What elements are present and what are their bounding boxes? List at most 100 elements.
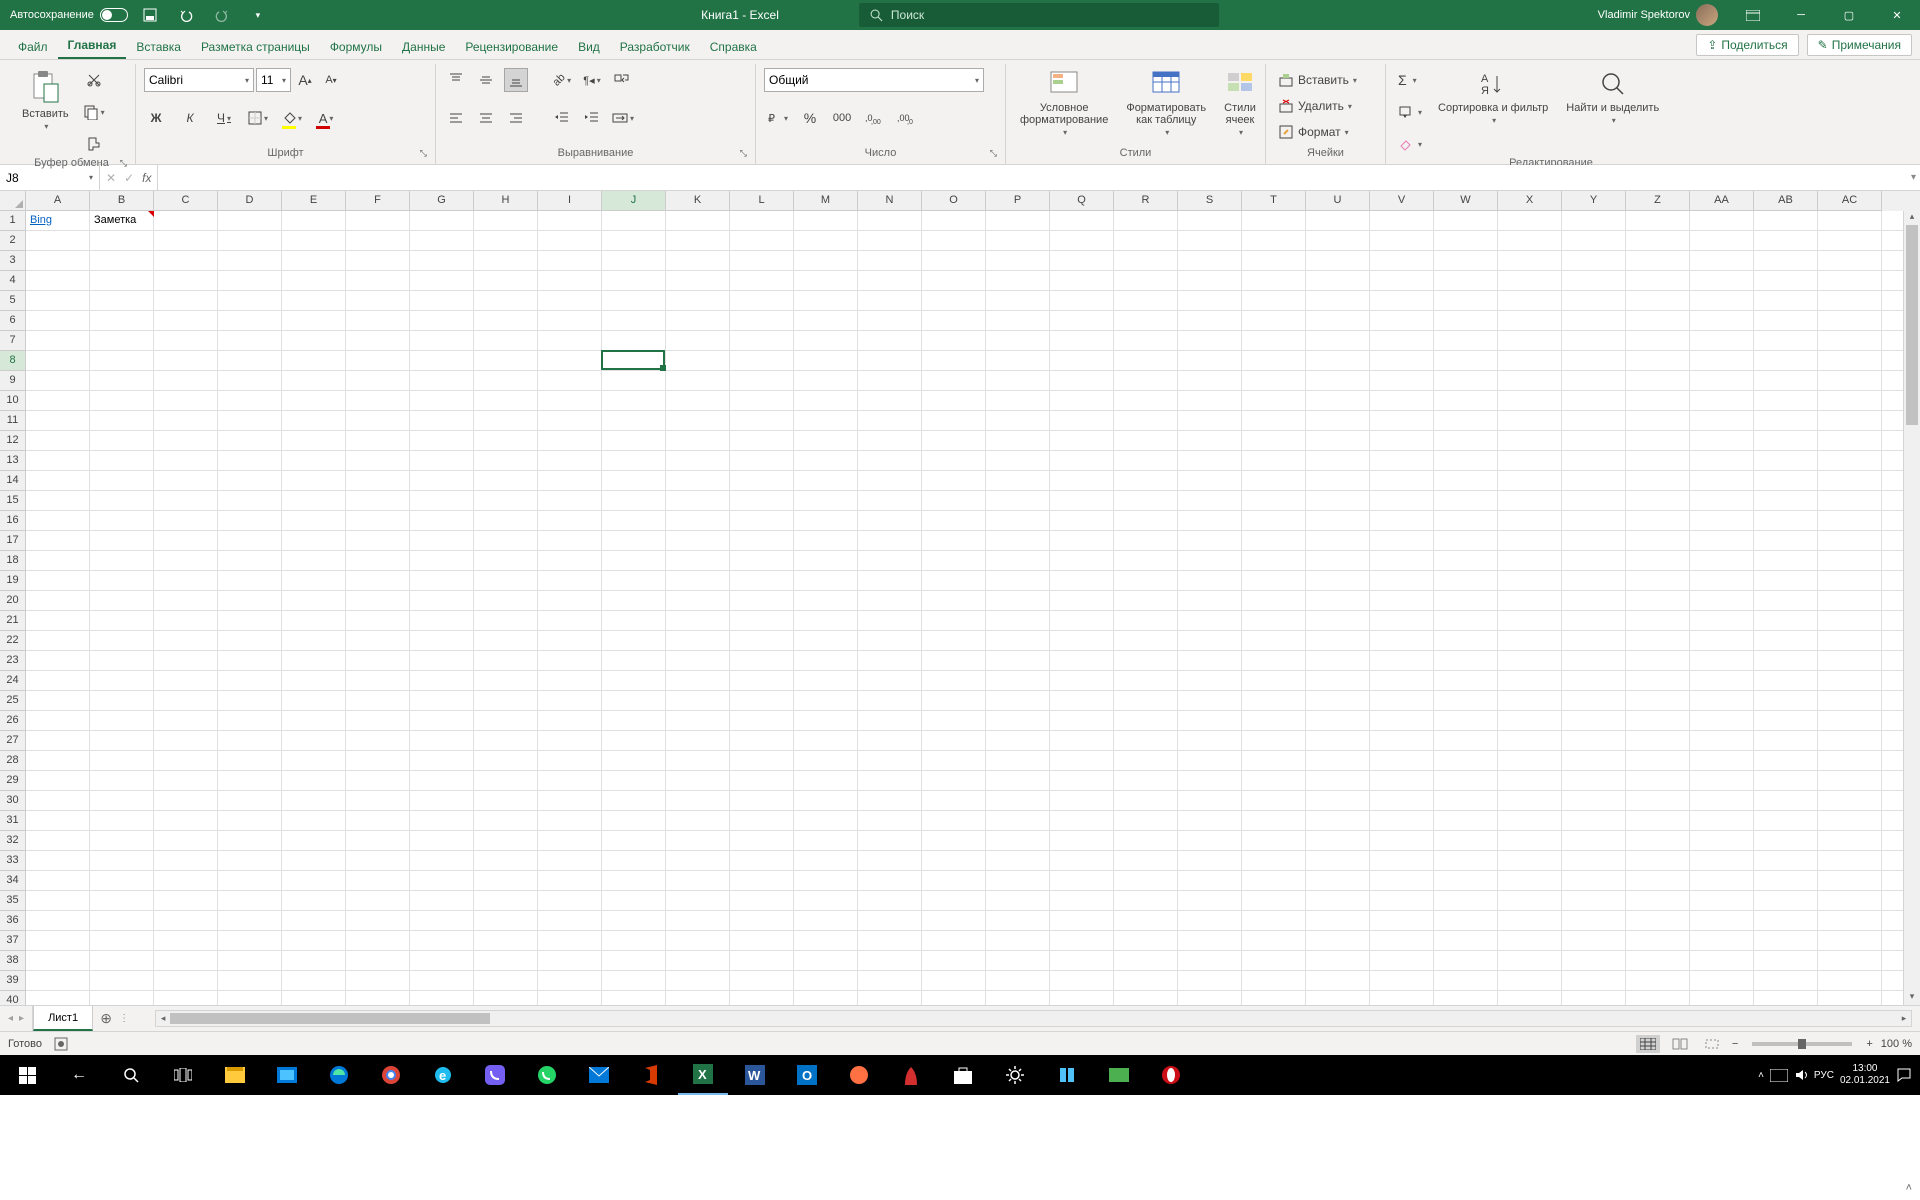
orientation-button[interactable]: ab▾ [550,68,574,92]
row-header-20[interactable]: 20 [0,591,26,611]
autosave[interactable]: Автосохранение [10,8,128,22]
row-header-23[interactable]: 23 [0,651,26,671]
cell-B1[interactable]: Заметка [91,211,153,230]
copy-button[interactable]: ▾ [81,100,107,124]
taskbar-app-2[interactable] [262,1055,312,1095]
tab-help[interactable]: Справка [700,34,767,59]
ribbon-display-button[interactable] [1730,0,1776,30]
col-header-Z[interactable]: Z [1626,191,1690,211]
decrease-decimal-button[interactable]: ,00,0 [894,106,918,130]
col-header-J[interactable]: J [602,191,666,211]
comments-button[interactable]: ✎Примечания [1807,34,1912,56]
scroll-down-button[interactable]: ▾ [1904,991,1920,1005]
view-pagebreak-button[interactable] [1700,1035,1724,1053]
insert-cells-button[interactable]: Вставить▾ [1274,68,1361,92]
add-sheet-button[interactable]: ⊕ [93,1006,119,1031]
zoom-out-button[interactable]: − [1732,1038,1738,1050]
scroll-up-button[interactable]: ▴ [1904,211,1920,225]
tray-language[interactable]: РУС [1814,1070,1834,1081]
row-header-21[interactable]: 21 [0,611,26,631]
row-header-13[interactable]: 13 [0,451,26,471]
tray-touch-keyboard[interactable] [1770,1069,1788,1082]
row-header-27[interactable]: 27 [0,731,26,751]
fill-button[interactable]: ▾ [1394,100,1426,124]
col-header-N[interactable]: N [858,191,922,211]
horizontal-scrollbar[interactable]: ◂ ▸ [155,1010,1912,1027]
taskbar-viber[interactable] [470,1055,520,1095]
row-header-30[interactable]: 30 [0,791,26,811]
increase-decimal-button[interactable]: ,0,00 [862,106,886,130]
italic-button[interactable]: К [178,106,202,130]
row-header-25[interactable]: 25 [0,691,26,711]
taskbar-settings[interactable] [990,1055,1040,1095]
cancel-edit-button[interactable]: ✕ [106,171,116,185]
taskbar-app-3[interactable] [834,1055,884,1095]
minimize-button[interactable]: ─ [1778,0,1824,30]
tab-data[interactable]: Данные [392,34,455,59]
col-header-R[interactable]: R [1114,191,1178,211]
align-left-button[interactable] [444,106,468,130]
col-header-V[interactable]: V [1370,191,1434,211]
row-header-35[interactable]: 35 [0,891,26,911]
cells-area[interactable]: BingЗаметка [26,211,1920,1005]
tray-chevron[interactable]: ˄ [1758,1070,1764,1081]
scroll-left-button[interactable]: ◂ [156,1011,170,1026]
col-header-O[interactable]: O [922,191,986,211]
row-header-1[interactable]: 1 [0,211,26,231]
text-direction-button[interactable]: ¶◂▾ [580,68,604,92]
tab-view[interactable]: Вид [568,34,610,59]
taskbar-app-1[interactable] [210,1055,260,1095]
col-header-Y[interactable]: Y [1562,191,1626,211]
cell-styles-button[interactable]: Стили ячеек▾ [1218,68,1262,139]
font-size-combo[interactable]: 11▾ [256,68,291,92]
taskbar-outlook[interactable]: O [782,1055,832,1095]
taskbar-mail[interactable] [574,1055,624,1095]
format-as-table-button[interactable]: Форматировать как таблицу▾ [1120,68,1212,139]
clear-button[interactable]: ▾ [1394,132,1426,156]
comma-button[interactable]: 000 [830,106,854,130]
undo-button[interactable] [172,1,200,29]
col-header-W[interactable]: W [1434,191,1498,211]
enter-edit-button[interactable]: ✓ [124,171,134,185]
col-header-B[interactable]: B [90,191,154,211]
font-color-button[interactable]: A▾ [314,106,338,130]
row-header-19[interactable]: 19 [0,571,26,591]
taskbar-app-6[interactable] [1094,1055,1144,1095]
taskbar-whatsapp[interactable] [522,1055,572,1095]
borders-button[interactable]: ▾ [246,106,270,130]
align-right-button[interactable] [504,106,528,130]
row-header-14[interactable]: 14 [0,471,26,491]
select-all-button[interactable] [0,191,26,211]
align-bottom-button[interactable] [504,68,528,92]
align-middle-button[interactable] [474,68,498,92]
qat-customize[interactable]: ▾ [244,1,272,29]
row-header-9[interactable]: 9 [0,371,26,391]
col-header-D[interactable]: D [218,191,282,211]
row-header-36[interactable]: 36 [0,911,26,931]
view-page-layout-button[interactable] [1668,1035,1692,1053]
comment-indicator[interactable] [148,211,154,217]
find-select-button[interactable]: Найти и выделить▾ [1560,68,1665,127]
tray-volume[interactable] [1794,1068,1808,1082]
col-header-K[interactable]: K [666,191,730,211]
account-button[interactable]: Vladimir Spektorov [1598,4,1718,26]
tab-review[interactable]: Рецензирование [455,34,568,59]
row-header-40[interactable]: 40 [0,991,26,1005]
collapse-ribbon-button[interactable]: ˄ [1906,1182,1912,1194]
col-header-M[interactable]: M [794,191,858,211]
row-header-6[interactable]: 6 [0,311,26,331]
decrease-indent-button[interactable] [550,106,574,130]
close-button[interactable]: ✕ [1874,0,1920,30]
back-button[interactable]: ← [54,1055,104,1095]
increase-font-button[interactable]: A▴ [293,68,317,92]
start-button[interactable] [2,1055,52,1095]
tab-insert[interactable]: Вставка [126,34,191,59]
row-header-38[interactable]: 38 [0,951,26,971]
task-view-button[interactable] [158,1055,208,1095]
scroll-right-button[interactable]: ▸ [1897,1011,1911,1026]
align-center-button[interactable] [474,106,498,130]
col-header-P[interactable]: P [986,191,1050,211]
col-header-AC[interactable]: AC [1818,191,1882,211]
conditional-formatting-button[interactable]: Условное форматирование▾ [1014,68,1114,139]
sort-filter-button[interactable]: АЯ Сортировка и фильтр▾ [1432,68,1554,127]
